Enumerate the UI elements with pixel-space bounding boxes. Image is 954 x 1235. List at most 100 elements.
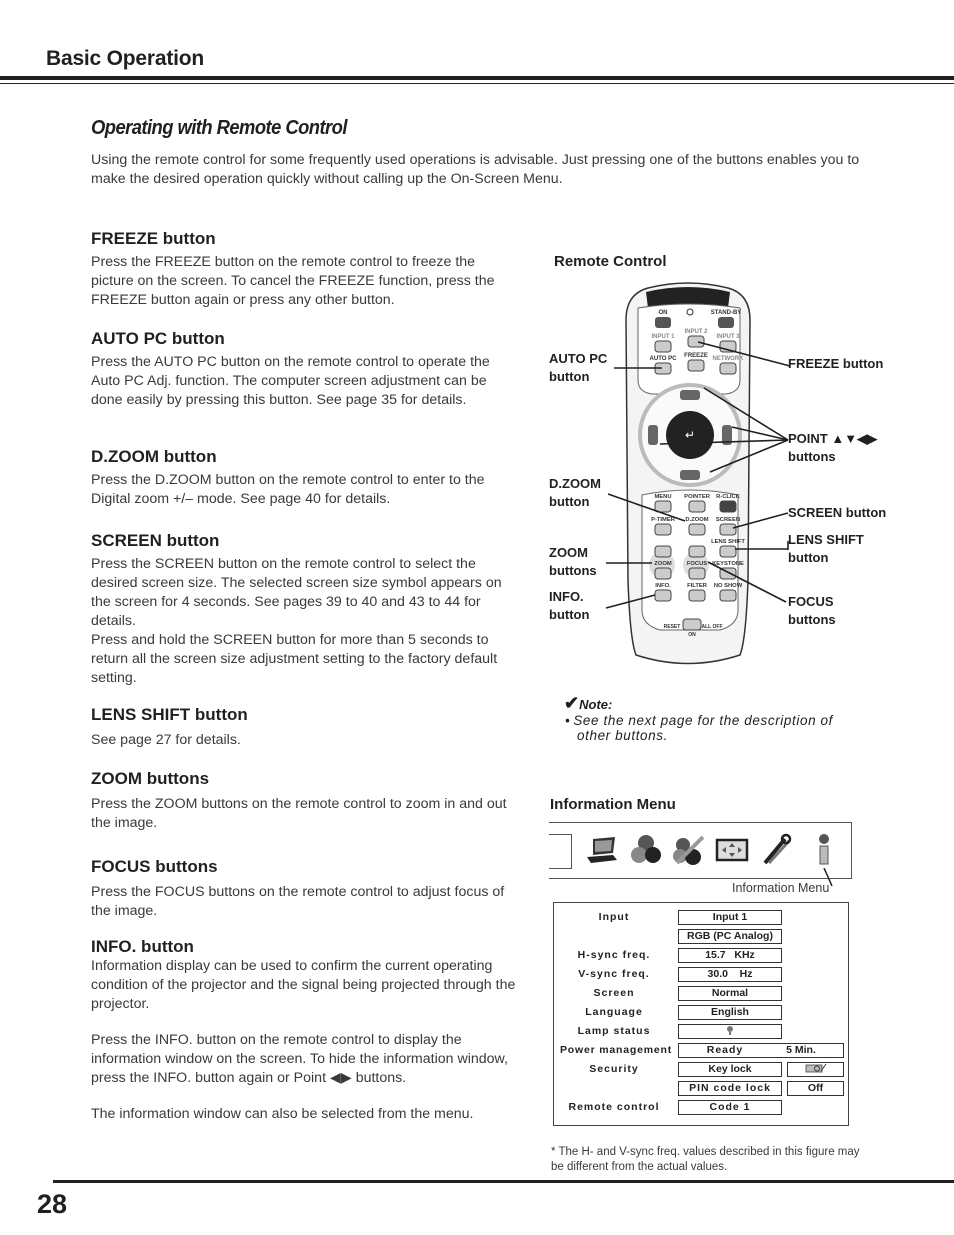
callout-line2: button <box>788 549 829 565</box>
item-heading: FREEZE button <box>91 229 216 248</box>
callout-line2: button <box>549 493 590 509</box>
item-text: Press the ZOOM buttons on the remote con… <box>91 796 507 831</box>
item-text: Press the INFO. button on the remote con… <box>91 1032 508 1086</box>
color-icon <box>631 835 661 863</box>
power-management-value: Ready 5 Min. <box>678 1043 844 1058</box>
info-section: INFO. button Information display can be … <box>91 937 516 1124</box>
standby-button <box>718 317 734 328</box>
item-text: See page 27 for details. <box>91 732 241 748</box>
item-text: Press and hold the SCREEN button for mor… <box>91 632 498 686</box>
item-heading: D.ZOOM button <box>91 447 217 466</box>
intro-text: Using the remote control for some freque… <box>91 152 860 187</box>
info-row-value: Code 1 <box>678 1100 782 1115</box>
callout-line1: AUTO PC <box>549 351 608 366</box>
header-rule <box>0 76 954 80</box>
info-leader <box>605 594 656 609</box>
callout-line1: LENS SHIFT <box>788 532 864 547</box>
item-heading: SCREEN button <box>91 531 220 550</box>
item-heading: ZOOM buttons <box>91 769 210 788</box>
callout-line1: D.ZOOM <box>549 476 601 491</box>
info-callout: INFO. button <box>549 588 589 623</box>
information-window: Input Input 1 RGB (PC Analog) H-sync fre… <box>553 902 849 1126</box>
checkmark-icon: ✔ <box>564 693 580 713</box>
setting-icon <box>763 833 792 865</box>
info-row-label: Language <box>585 1006 643 1018</box>
image-icon <box>673 835 705 865</box>
item-heading: INFO. button <box>91 937 194 956</box>
dzoom-leader <box>607 493 686 522</box>
callout-line2: buttons <box>788 448 836 464</box>
info-row-label: Screen <box>593 987 635 999</box>
point-left-leader <box>659 439 789 445</box>
callout-line2: buttons <box>549 562 597 578</box>
info-row-value: PIN code lock <box>678 1081 782 1096</box>
item-text: Press the SCREEN button on the remote co… <box>91 556 502 629</box>
info-row-label: V-sync freq. <box>578 968 650 980</box>
callout-line1: INFO. <box>549 589 584 604</box>
item-text: Press the FOCUS buttons on the remote co… <box>91 884 505 919</box>
item-heading: LENS SHIFT button <box>91 705 248 724</box>
callout-line1: POINT ▲▼◀▶ <box>788 431 878 446</box>
header-rule-thin <box>0 83 954 84</box>
input-menu-icon <box>549 834 572 869</box>
switch-on-label: ON <box>688 632 696 638</box>
screen-leader <box>732 512 789 529</box>
info-row-label: Input <box>598 911 630 923</box>
item-text: Press the D.ZOOM button on the remote co… <box>91 472 485 507</box>
note-list: See the next page for the description of… <box>564 713 862 744</box>
note-box: ✔Note: See the next page for the descrip… <box>564 693 862 744</box>
focus-callout: FOCUS buttons <box>788 593 836 628</box>
point-callout: POINT ▲▼◀▶ buttons <box>788 430 877 465</box>
chapter-title: Basic Operation <box>46 47 205 70</box>
section-title: Operating with Remote Control <box>91 117 347 139</box>
footer-rule <box>53 1180 954 1183</box>
focus-leader <box>707 561 787 603</box>
callout-line2: button <box>549 606 590 622</box>
lamp-status-value <box>678 1024 782 1039</box>
info-row-value: Normal <box>678 986 782 1001</box>
info-menu-caption: Information Menu <box>732 881 830 895</box>
info-row-label: Lamp status <box>577 1025 651 1037</box>
footnote: * The H- and V-sync freq. values describ… <box>551 1146 860 1173</box>
pc-adjust-icon <box>587 837 617 863</box>
info-row-label: H-sync freq. <box>577 949 651 961</box>
info-menu-title: Information Menu <box>550 796 676 813</box>
dzoom-callout: D.ZOOM button <box>549 475 601 510</box>
key-lock-status <box>787 1062 844 1077</box>
info-row-label: Remote control <box>568 1101 660 1113</box>
point-right-leader <box>731 426 789 441</box>
info-row-value: Ready <box>706 1044 744 1056</box>
freeze-callout: FREEZE button <box>788 355 883 373</box>
note-bullet: See the next page for the description of… <box>573 713 862 744</box>
auto-pc-section: AUTO PC button Press the AUTO PC button … <box>91 329 516 410</box>
freeze-section: FREEZE button Press the FREEZE button on… <box>91 229 516 310</box>
focus-section: FOCUS buttons Press the FOCUS buttons on… <box>91 857 516 921</box>
item-heading: AUTO PC button <box>91 329 225 348</box>
on-label: ON <box>659 310 668 316</box>
info-row-value: RGB (PC Analog) <box>678 929 782 944</box>
dzoom-section: D.ZOOM button Press the D.ZOOM button on… <box>91 447 516 509</box>
info-row-extra: 5 Min. <box>786 1044 816 1056</box>
lens-shift-section: LENS SHIFT button See page 27 for detail… <box>91 705 516 750</box>
item-text: Press the AUTO PC button on the remote c… <box>91 354 490 408</box>
info-row-label: Security <box>589 1063 639 1075</box>
callout-line2: buttons <box>788 611 836 627</box>
point-up-leader <box>703 387 789 441</box>
callout-line1: SCREEN button <box>788 505 887 520</box>
info-row-value: Input 1 <box>678 910 782 925</box>
callout-line1: FREEZE button <box>788 356 884 371</box>
on-button <box>655 317 671 328</box>
information-icon[interactable] <box>807 833 841 867</box>
info-row-extra: Off <box>787 1081 844 1096</box>
info-row-value: Key lock <box>678 1062 782 1077</box>
callout-line2: button <box>549 368 590 384</box>
item-text: The information window can also be selec… <box>91 1106 474 1122</box>
point-down-leader <box>709 439 789 473</box>
item-text: Information display can be used to confi… <box>91 958 516 1012</box>
screen-callout: SCREEN button <box>788 504 886 522</box>
callout-line1: FOCUS <box>788 594 834 609</box>
auto-pc-callout: AUTO PC button <box>549 350 607 385</box>
lens-shift-callout: LENS SHIFT button <box>788 531 864 566</box>
freeze-leader <box>697 341 791 367</box>
info-row-label: Power management <box>560 1044 672 1056</box>
